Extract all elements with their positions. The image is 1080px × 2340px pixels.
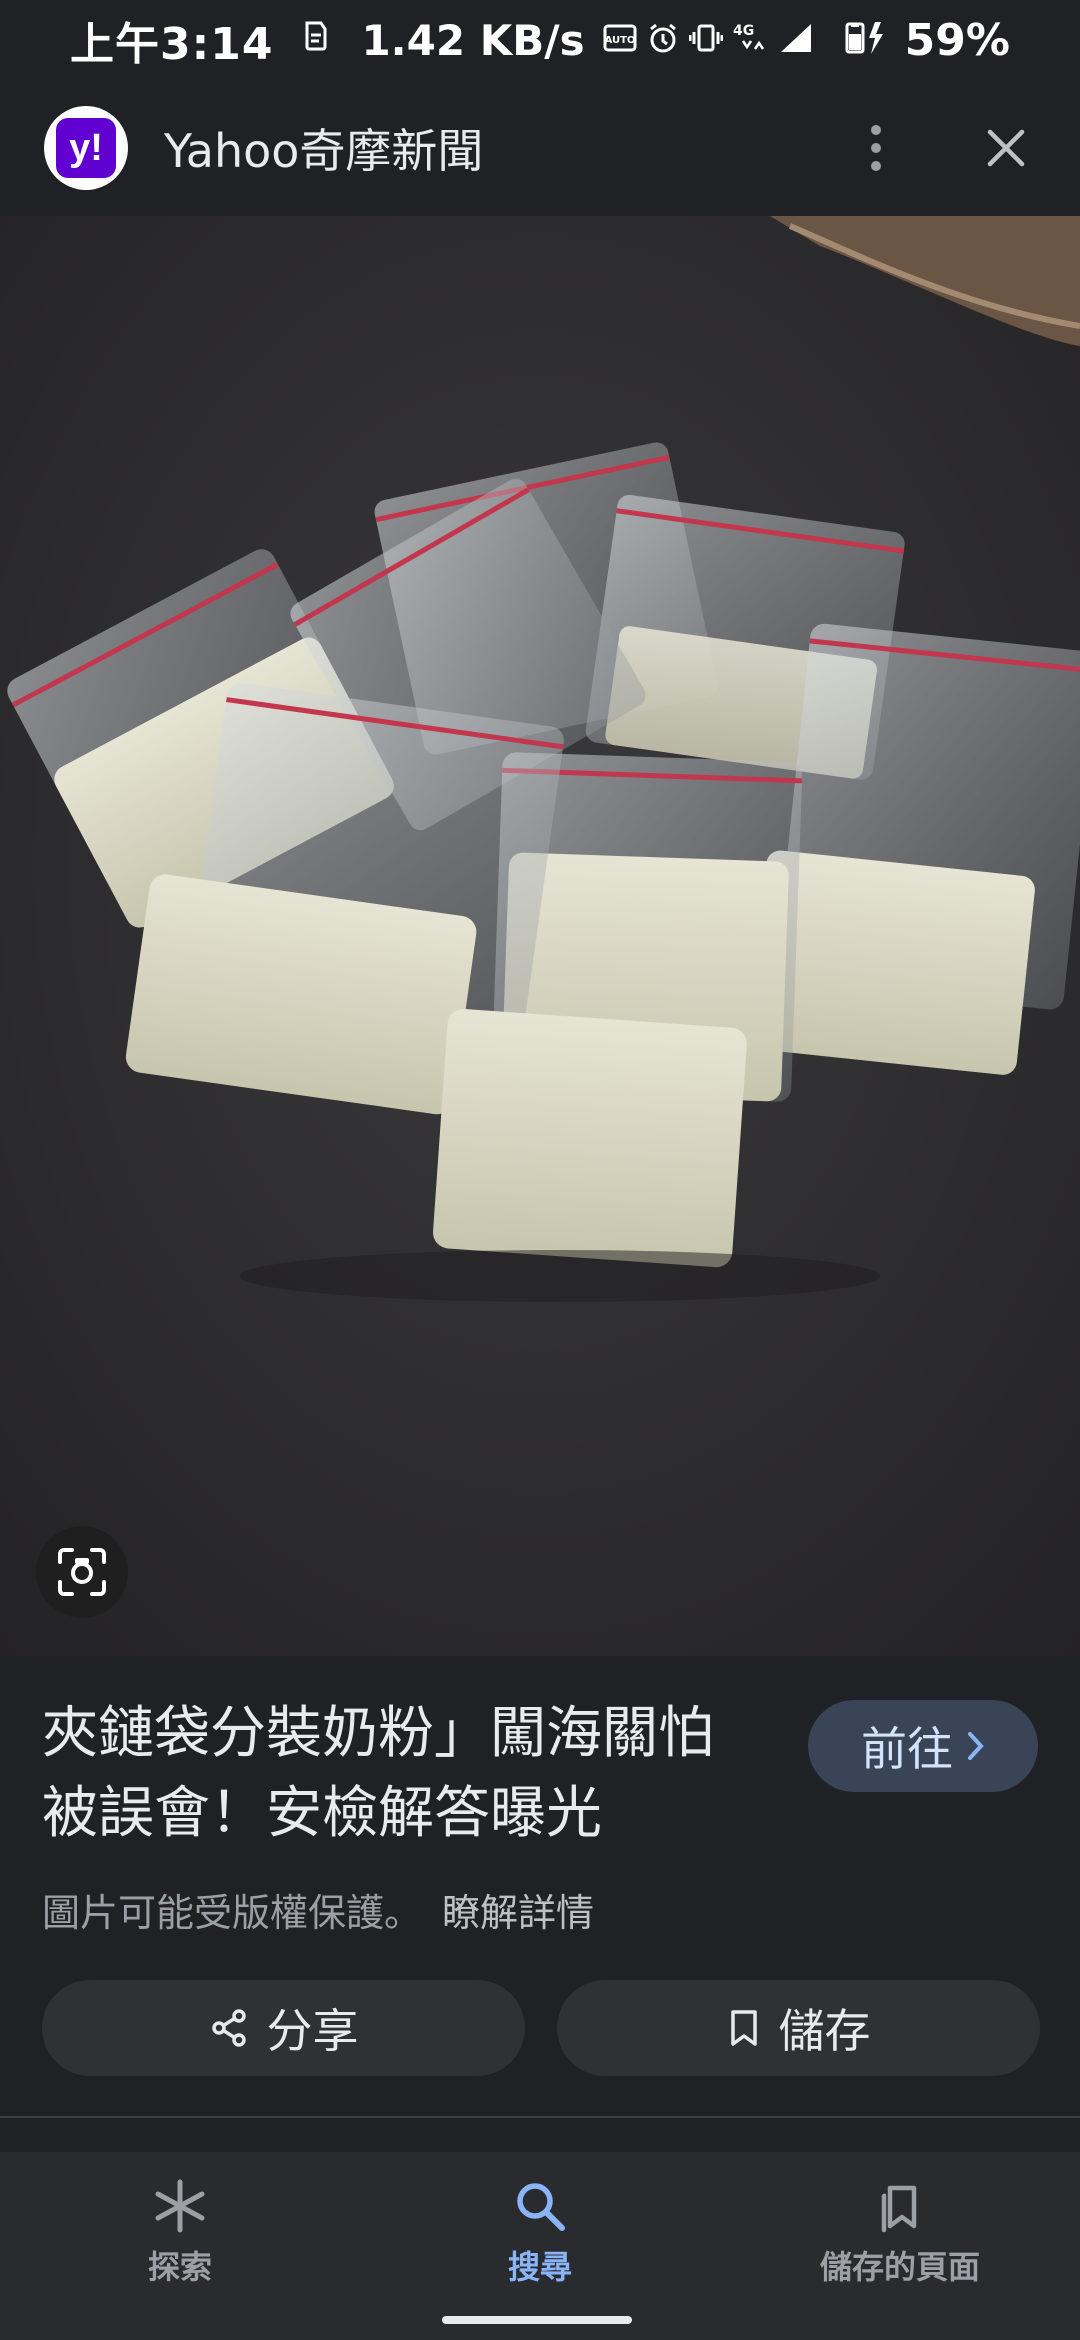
status-time: 上午3:14	[70, 19, 274, 70]
status-icons: AUTO 4G	[603, 21, 813, 59]
nav-label-search: 搜尋	[507, 2248, 572, 2286]
network-type-icon: 4G	[733, 21, 769, 59]
battery-percent: 59%	[904, 14, 1010, 66]
nav-item-search[interactable]: 搜尋	[360, 2152, 720, 2340]
copyright-text: 圖片可能受版權保護。	[42, 1891, 423, 1935]
yahoo-logo: y!	[56, 118, 116, 178]
result-info: 夾鏈袋分裝奶粉」闖海關怕被誤會！安檢解答曝光 前往 圖片可能受版權保護。 瞭解詳情…	[0, 1656, 1080, 2116]
auto-brightness-icon: AUTO	[603, 23, 637, 57]
save-label: 儲存	[778, 2004, 871, 2058]
site-logo: y!	[44, 106, 128, 190]
more-vert-icon	[871, 125, 881, 171]
nav-label-explore: 探索	[147, 2248, 212, 2286]
close-button[interactable]	[976, 118, 1036, 178]
nav-item-saved[interactable]: 儲存的頁面	[720, 2152, 1080, 2340]
divider	[0, 2116, 1080, 2118]
share-label: 分享	[266, 2004, 359, 2058]
share-icon	[211, 2009, 246, 2047]
copyright-notice: 圖片可能受版權保護。 瞭解詳情	[42, 1882, 594, 1937]
svg-text:4G: 4G	[733, 23, 754, 39]
powder-bags-photo	[0, 216, 1080, 1656]
save-button[interactable]: 儲存	[557, 1980, 1040, 2076]
close-icon	[987, 129, 1025, 167]
status-bar: 上午3:14 1.42 KB/s AUTO 4G 59%	[0, 0, 1080, 80]
nav-item-explore[interactable]: 探索	[0, 2152, 360, 2340]
signal-icon	[779, 22, 813, 58]
nav-label-saved: 儲存的頁面	[819, 2248, 980, 2286]
saved-pages-icon	[881, 2185, 917, 2233]
visit-label: 前往	[861, 1722, 953, 1776]
result-headline[interactable]: 夾鏈袋分裝奶粉」闖海關怕被誤會！安檢解答曝光	[42, 1694, 762, 1854]
result-image[interactable]	[0, 216, 1080, 1656]
page-header: y! Yahoo奇摩新聞	[0, 80, 1080, 216]
bookmark-icon	[730, 2010, 757, 2046]
network-speed: 1.42 KB/s	[361, 15, 585, 65]
search-icon	[517, 2183, 565, 2231]
home-indicator[interactable]	[442, 2316, 632, 2324]
learn-more-link[interactable]: 瞭解詳情	[442, 1891, 594, 1935]
status-mid: 1.42 KB/s	[301, 15, 585, 65]
status-right: 59%	[843, 15, 1010, 66]
visit-button[interactable]: 前往	[808, 1700, 1038, 1792]
svg-text:AUTO: AUTO	[604, 35, 635, 46]
battery-charging-icon	[843, 20, 895, 60]
share-button[interactable]: 分享	[42, 1980, 525, 2076]
chevron-right-icon	[967, 1722, 985, 1771]
site-title: Yahoo奇摩新聞	[164, 124, 484, 178]
asterisk-icon	[155, 2179, 205, 2233]
lens-search-button[interactable]	[36, 1526, 128, 1618]
vibrate-icon	[688, 23, 724, 57]
action-row: 分享 儲存	[42, 1980, 1040, 2076]
lens-icon	[58, 1548, 106, 1596]
alarm-icon	[647, 22, 679, 58]
notification-icon	[301, 19, 331, 61]
bottom-nav: 探索 搜尋 儲存的頁面	[0, 2152, 1080, 2340]
header-actions	[846, 118, 1036, 178]
more-options-button[interactable]	[846, 118, 906, 178]
